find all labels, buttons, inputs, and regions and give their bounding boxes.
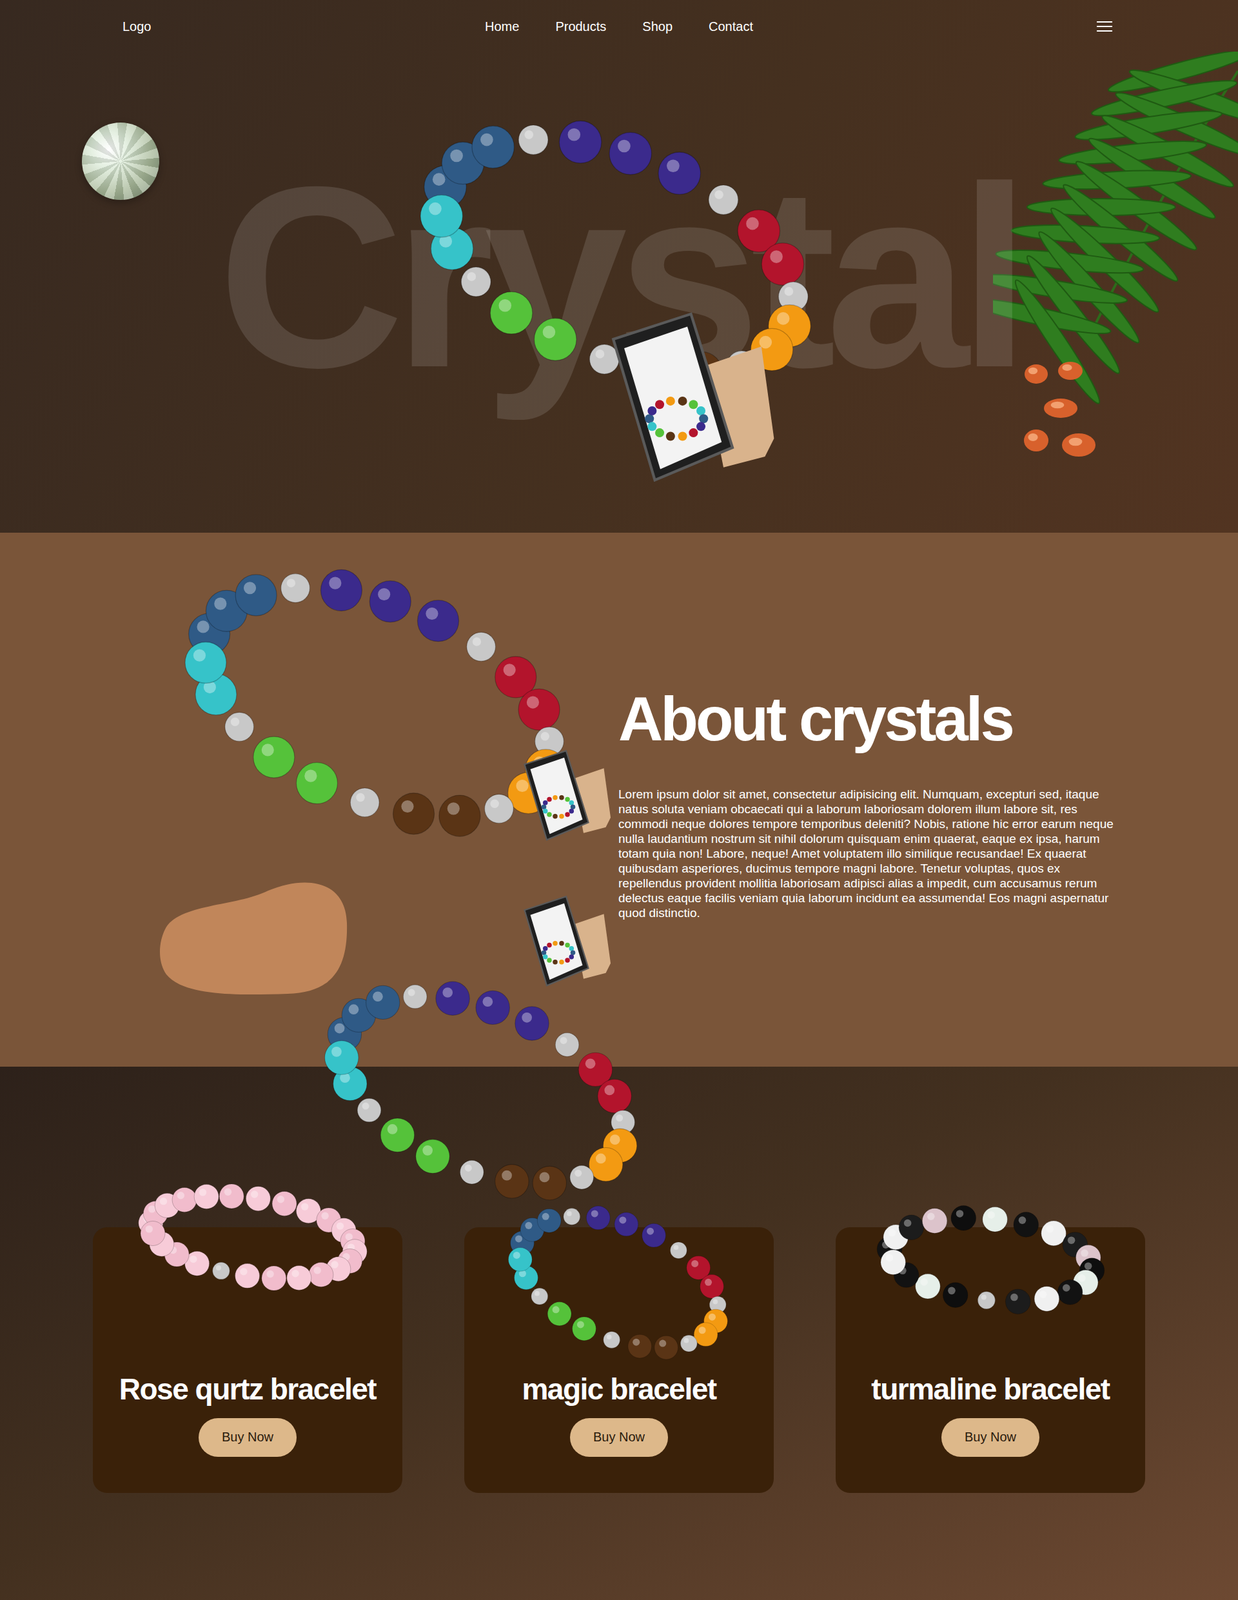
nav-item: Home (484, 19, 520, 35)
product-cards: Rose qurtz braceletBuy Nowmagic bracelet… (0, 1227, 1238, 1493)
nav-link[interactable]: Home (484, 19, 520, 34)
product-title: magic bracelet (521, 1372, 716, 1407)
buy-now-button[interactable]: Buy Now (569, 1417, 669, 1457)
product-title: Rose qurtz bracelet (119, 1372, 376, 1407)
page: Logo Home Products Shop Contact Crystal About … (0, 0, 1238, 1600)
buy-now-button[interactable]: Buy Now (941, 1417, 1040, 1457)
nav-link[interactable]: Shop (642, 19, 673, 34)
nav-link[interactable]: Products (555, 19, 607, 34)
hero-watermark: Crystal (0, 148, 1238, 407)
nav-item: Contact (708, 19, 754, 35)
hero-section: Logo Home Products Shop Contact Crystal (0, 0, 1238, 533)
bracelet-image (869, 1196, 1113, 1323)
bracelet-image (163, 561, 592, 843)
nav-link[interactable]: Contact (708, 19, 754, 34)
bracelet-image (490, 1201, 748, 1363)
nav-item: Shop (642, 19, 673, 35)
buy-now-button[interactable]: Buy Now (198, 1417, 297, 1457)
menu-button[interactable] (1093, 17, 1116, 36)
about-content: About crystals Lorem ipsum dolor sit amet… (618, 532, 1116, 1067)
product-card: magic bracelet Buy Now (464, 1227, 774, 1493)
hamburger-icon (1096, 19, 1113, 33)
palm-leaf-image (992, 51, 1238, 478)
navbar: Logo Home Products Shop Contact (0, 0, 1238, 53)
nav-links: Home Products Shop Contact (484, 19, 754, 35)
about-text: Lorem ipsum dolor sit amet, consectetur … (618, 786, 1116, 921)
stones-image (1021, 357, 1106, 481)
about-section: About crystals Lorem ipsum dolor sit amet… (0, 532, 1238, 1067)
blob-shape (158, 877, 349, 995)
about-title: About crystals (618, 684, 1116, 754)
jewelry-box-image (515, 726, 613, 866)
product-card: Rose qurtz bracelet Buy Now (92, 1227, 403, 1493)
product-card: turmaline bracelet Buy Now (835, 1227, 1146, 1493)
bracelet-image (295, 974, 669, 1205)
nav-item: Products (555, 19, 607, 35)
logo[interactable]: Logo (122, 19, 152, 35)
crystal-ball-image (81, 122, 160, 200)
product-title: turmaline bracelet (871, 1372, 1110, 1407)
jewelry-box-image (515, 867, 613, 1016)
jewelry-box-image (597, 303, 778, 493)
bracelet-image (130, 1161, 376, 1313)
